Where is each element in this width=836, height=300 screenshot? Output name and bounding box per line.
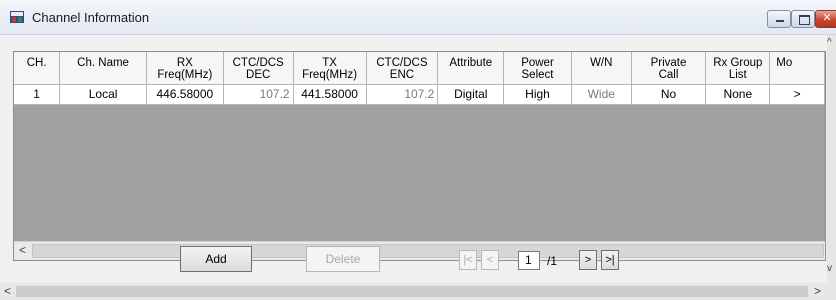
- column-header-ctc-dcs-dec[interactable]: CTC/DCS DEC: [223, 52, 294, 85]
- cell-attribute[interactable]: Digital: [437, 84, 505, 105]
- maximize-icon: [792, 11, 814, 27]
- scroll-left-icon[interactable]: <: [19, 243, 26, 257]
- page-number-input[interactable]: 1: [518, 251, 540, 270]
- cell-power-select[interactable]: High: [503, 84, 572, 105]
- column-header-rx-freq[interactable]: RX Freq(MHz): [146, 52, 224, 85]
- column-header-rx-group-list[interactable]: Rx Group List: [705, 52, 771, 85]
- outer-scroll-thumb[interactable]: [16, 286, 808, 297]
- cell-tx-freq[interactable]: 441.58000: [293, 84, 367, 105]
- cell-ch[interactable]: 1: [14, 84, 61, 105]
- column-header-ctc-dcs-enc[interactable]: CTC/DCS ENC: [366, 52, 439, 85]
- minimize-icon: [768, 11, 790, 27]
- maximize-button[interactable]: [791, 10, 815, 28]
- minimize-button[interactable]: [767, 10, 791, 28]
- page-total: /1: [547, 254, 558, 268]
- prev-page-button[interactable]: <: [481, 250, 499, 270]
- cell-ctc-dcs-enc[interactable]: 107.2: [366, 84, 439, 105]
- column-header-power-select[interactable]: Power Select: [503, 52, 572, 85]
- add-button[interactable]: Add: [180, 246, 252, 272]
- cell-ch-name[interactable]: Local: [59, 84, 147, 105]
- main-panel: CH. Ch. Name RX Freq(MHz) CTC/DCS DEC TX…: [0, 35, 836, 300]
- column-header-more[interactable]: Mo: [769, 52, 825, 85]
- column-header-tx-freq[interactable]: TX Freq(MHz): [293, 52, 367, 85]
- grid-horizontal-scrollbar[interactable]: <: [14, 241, 825, 260]
- outer-horizontal-scrollbar[interactable]: < >: [0, 283, 827, 300]
- column-header-ch-name[interactable]: Ch. Name: [59, 52, 147, 85]
- outer-scroll-left-icon[interactable]: <: [4, 284, 11, 298]
- cell-rx-group-list[interactable]: None: [705, 84, 771, 105]
- scroll-down-icon[interactable]: v: [827, 263, 832, 274]
- delete-button[interactable]: Delete: [306, 246, 380, 272]
- close-button[interactable]: ✕: [815, 10, 836, 28]
- cell-wn[interactable]: Wide: [571, 84, 632, 105]
- outer-scroll-right-icon[interactable]: >: [814, 284, 821, 298]
- column-header-ch[interactable]: CH.: [14, 52, 61, 85]
- scroll-up-icon[interactable]: ^: [827, 37, 832, 48]
- last-page-button[interactable]: >|: [601, 250, 619, 270]
- column-header-wn[interactable]: W/N: [571, 52, 632, 85]
- next-page-button[interactable]: >: [579, 250, 597, 270]
- channel-table: CH. Ch. Name RX Freq(MHz) CTC/DCS DEC TX…: [14, 52, 825, 105]
- grid-scroll-thumb[interactable]: [32, 244, 824, 258]
- table-header-row: CH. Ch. Name RX Freq(MHz) CTC/DCS DEC TX…: [14, 52, 825, 85]
- title-bar: Channel Information ✕: [0, 0, 836, 35]
- window-title: Channel Information: [32, 10, 150, 25]
- cell-rx-freq[interactable]: 446.58000: [146, 84, 224, 105]
- table-row[interactable]: 1 Local 446.58000 107.2 441.58000 107.2 …: [14, 84, 825, 105]
- column-header-private-call[interactable]: Private Call: [631, 52, 707, 85]
- first-page-button[interactable]: |<: [459, 250, 477, 270]
- channel-info-icon: [10, 11, 24, 23]
- outer-vertical-scrollbar[interactable]: ^ v: [827, 35, 836, 300]
- cell-ctc-dcs-dec[interactable]: 107.2: [223, 84, 294, 105]
- close-icon: ✕: [822, 12, 832, 24]
- cell-more[interactable]: >: [769, 84, 825, 105]
- column-header-attribute[interactable]: Attribute: [437, 52, 505, 85]
- channel-grid[interactable]: CH. Ch. Name RX Freq(MHz) CTC/DCS DEC TX…: [13, 51, 826, 261]
- cell-private-call[interactable]: No: [631, 84, 707, 105]
